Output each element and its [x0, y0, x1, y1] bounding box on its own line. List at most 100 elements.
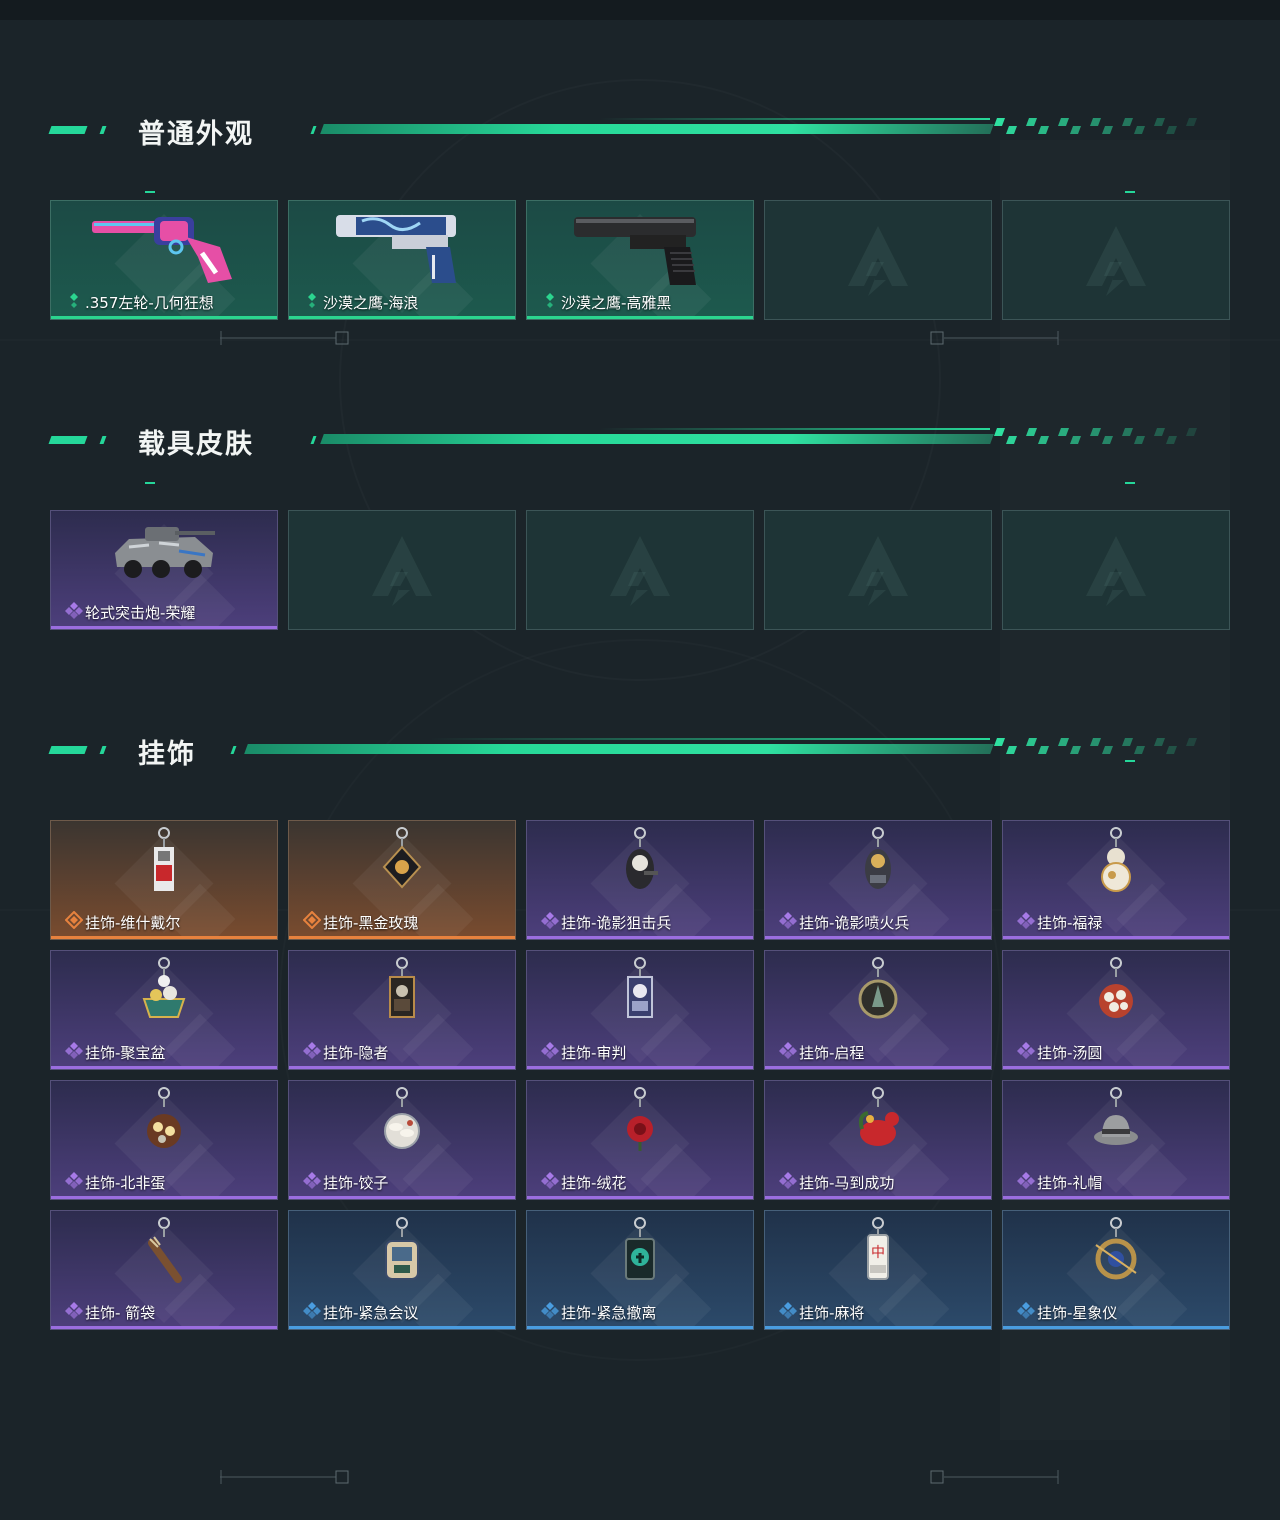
rarity-bar — [289, 936, 515, 939]
item-card[interactable]: 挂饰- 箭袋 — [50, 1210, 278, 1330]
item-card[interactable]: 挂饰-绒花 — [526, 1080, 754, 1200]
rarity-bar — [1003, 1326, 1229, 1329]
rarity-bar — [51, 626, 277, 629]
item-label: 挂饰-麻将 — [779, 1301, 864, 1323]
svg-text:中: 中 — [871, 1245, 885, 1261]
item-card[interactable]: 挂饰-福禄 — [1002, 820, 1230, 940]
header-lead-tick — [99, 436, 107, 444]
item-card[interactable]: .357左轮-几何狂想 — [50, 200, 278, 320]
item-label: 挂饰-聚宝盆 — [65, 1041, 165, 1063]
item-card[interactable]: 挂饰-隐者 — [288, 950, 516, 1070]
header-bar-tick — [310, 126, 317, 134]
item-label: 挂饰-星象仪 — [1017, 1301, 1117, 1323]
rarity-purple-icon — [779, 1171, 799, 1193]
rarity-purple-icon — [65, 1301, 85, 1323]
rarity-purple-icon — [1017, 1171, 1037, 1193]
item-card[interactable]: 挂饰-礼帽 — [1002, 1080, 1230, 1200]
section-title: 载具皮肤 — [138, 429, 254, 460]
header-checker-pattern — [994, 118, 1197, 134]
rarity-blue-icon — [779, 1301, 799, 1323]
item-card[interactable]: 沙漠之鹰-高雅黑 — [526, 200, 754, 320]
empty-slot[interactable] — [288, 510, 516, 630]
section-title: 挂饰 — [138, 739, 196, 770]
rarity-purple-icon — [779, 911, 799, 933]
item-name: 挂饰-麻将 — [799, 1303, 865, 1322]
dumpling-charm-icon — [372, 1085, 432, 1169]
item-card[interactable]: 挂饰-饺子 — [288, 1080, 516, 1200]
item-card[interactable]: 挂饰-诡影狙击兵 — [526, 820, 754, 940]
header-bar-tick — [230, 746, 237, 754]
rarity-orange-icon — [64, 910, 85, 933]
item-name: 挂饰-诡影狙击兵 — [561, 913, 672, 932]
item-label: 挂饰-汤圆 — [1017, 1041, 1102, 1063]
item-name: 挂饰-聚宝盆 — [85, 1043, 166, 1062]
empty-slot[interactable] — [1002, 510, 1230, 630]
empty-slot[interactable] — [1002, 200, 1230, 320]
item-name: 挂饰-绒花 — [561, 1173, 627, 1192]
header-bar — [244, 744, 994, 754]
item-name: .357左轮-几何狂想 — [85, 293, 214, 312]
item-name: 挂饰-紧急撤离 — [561, 1303, 657, 1322]
rarity-bar — [1003, 1196, 1229, 1199]
empty-slot-logo-icon — [838, 528, 918, 612]
desert-eagle-wave-icon — [332, 207, 472, 291]
item-label: 挂饰-饺子 — [303, 1171, 388, 1193]
item-name: 挂饰-诡影喷火兵 — [799, 913, 910, 932]
rarity-green-icon — [65, 291, 85, 313]
item-label: 挂饰-诡影喷火兵 — [779, 911, 909, 933]
section-title: 普通外观 — [138, 119, 254, 150]
rarity-bar — [527, 1326, 753, 1329]
item-card[interactable]: 中挂饰-麻将 — [764, 1210, 992, 1330]
rarity-bar — [1003, 936, 1229, 939]
item-name: 挂饰-启程 — [799, 1043, 865, 1062]
ruler-decoration — [220, 331, 349, 345]
rarity-bar — [1003, 1066, 1229, 1069]
empty-slot-logo-icon — [1076, 218, 1156, 302]
item-card[interactable]: 挂饰-紧急会议 — [288, 1210, 516, 1330]
tarot-hermit-charm-icon — [372, 955, 432, 1039]
ruler-decoration — [930, 1470, 1059, 1484]
rarity-purple-icon — [541, 911, 561, 933]
item-name: 轮式突击炮-荣耀 — [85, 603, 196, 622]
item-label: 挂饰-隐者 — [303, 1041, 388, 1063]
tarot-judgement-charm-icon — [610, 955, 670, 1039]
rarity-bar — [289, 1326, 515, 1329]
empty-slot[interactable] — [764, 510, 992, 630]
header-bar — [320, 434, 994, 444]
item-card[interactable]: 挂饰-北非蛋 — [50, 1080, 278, 1200]
item-name: 挂饰-星象仪 — [1037, 1303, 1118, 1322]
item-name: 挂饰-汤圆 — [1037, 1043, 1103, 1062]
item-card[interactable]: 挂饰-启程 — [764, 950, 992, 1070]
header-bar — [320, 124, 994, 134]
item-label: 沙漠之鹰-高雅黑 — [541, 291, 671, 313]
item-card[interactable]: 挂饰-紧急撤离 — [526, 1210, 754, 1330]
mahjong-charm-icon: 中 — [848, 1215, 908, 1299]
ruler-decoration — [930, 331, 1059, 345]
rarity-purple-icon — [541, 1171, 561, 1193]
item-card[interactable]: 挂饰-马到成功 — [764, 1080, 992, 1200]
corner-mark — [1125, 482, 1135, 484]
item-label: 挂饰-紧急撤离 — [541, 1301, 656, 1323]
rarity-bar — [527, 316, 753, 319]
item-card[interactable]: 轮式突击炮-荣耀 — [50, 510, 278, 630]
item-label: 挂饰-审判 — [541, 1041, 626, 1063]
shakshuka-charm-icon — [134, 1085, 194, 1169]
item-card[interactable]: 挂饰-审判 — [526, 950, 754, 1070]
header-thin-line — [430, 738, 990, 740]
item-card[interactable]: 挂饰-维什戴尔 — [50, 820, 278, 940]
header-lead-mark — [48, 126, 88, 134]
rarity-green-icon — [541, 291, 561, 313]
item-card[interactable]: 挂饰-星象仪 — [1002, 1210, 1230, 1330]
empty-slot[interactable] — [526, 510, 754, 630]
rarity-purple-icon — [303, 1041, 323, 1063]
item-card[interactable]: 挂饰-诡影喷火兵 — [764, 820, 992, 940]
empty-slot[interactable] — [764, 200, 992, 320]
item-card[interactable]: 挂饰-聚宝盆 — [50, 950, 278, 1070]
item-card[interactable]: 沙漠之鹰-海浪 — [288, 200, 516, 320]
empty-slot-logo-icon — [362, 528, 442, 612]
item-card[interactable]: 挂饰-汤圆 — [1002, 950, 1230, 1070]
treasure-bowl-charm-icon — [134, 955, 194, 1039]
sniper-charm-icon — [610, 825, 670, 909]
gourd-charm-icon — [1086, 825, 1146, 909]
item-card[interactable]: 挂饰-黑金玫瑰 — [288, 820, 516, 940]
